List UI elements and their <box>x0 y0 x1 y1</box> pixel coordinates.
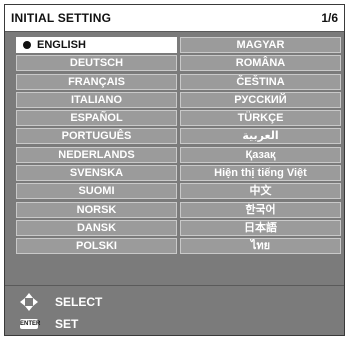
language-label: DANSK <box>76 221 117 234</box>
language-label: 中文 <box>249 185 272 198</box>
selected-dot-icon <box>23 41 31 49</box>
language-label: FRANÇAIS <box>68 75 125 88</box>
language-option[interactable]: Қазақ <box>180 146 341 163</box>
language-option[interactable]: NEDERLANDS <box>16 146 177 163</box>
language-option[interactable]: MAGYAR <box>180 37 341 53</box>
legend-select-label: SELECT <box>55 295 103 309</box>
language-label: TÜRKÇE <box>237 112 284 125</box>
language-label: PORTUGUÊS <box>61 130 132 143</box>
language-label: SVENSKA <box>69 167 124 180</box>
language-option[interactable]: SVENSKA <box>16 165 177 182</box>
language-label: SUOMI <box>78 185 115 198</box>
legend-set-label: SET <box>55 317 79 331</box>
language-option[interactable]: ROMÂNA <box>180 55 341 72</box>
language-option[interactable]: DEUTSCH <box>16 55 177 72</box>
language-option[interactable]: 日本語 <box>180 219 341 236</box>
language-option[interactable]: ENGLISH <box>16 37 177 53</box>
language-option[interactable]: DANSK <box>16 219 177 236</box>
language-label: POLSKI <box>76 240 117 253</box>
language-label: Hiện thị tiếng Việt <box>214 167 307 180</box>
language-column-left: ENGLISH DEUTSCH FRANÇAIS ITALIANO ESPAÑOL POR… <box>16 37 177 257</box>
page-indicator: 1/6 <box>321 11 338 25</box>
language-option[interactable]: Hiện thị tiếng Việt <box>180 165 341 182</box>
header-bar: INITIAL SETTING 1/6 <box>5 5 344 32</box>
language-label: ROMÂNA <box>235 57 286 70</box>
language-option[interactable]: ESPAÑOL <box>16 110 177 127</box>
language-column-right: MAGYAR ROMÂNA ČEŠTINA РУССКИЙ TÜRKÇE العربية Қ… <box>180 37 341 257</box>
enter-key-icon: ENTER <box>17 315 41 333</box>
language-label: ITALIANO <box>70 93 123 106</box>
language-label: العربية <box>242 130 279 143</box>
language-label: ไทย <box>250 240 271 253</box>
language-label: ESPAÑOL <box>70 112 123 125</box>
language-option[interactable]: العربية <box>180 128 341 145</box>
language-option[interactable]: ไทย <box>180 238 341 255</box>
language-label: DEUTSCH <box>69 57 124 70</box>
legend-select: SELECT <box>17 293 102 311</box>
language-option[interactable]: TÜRKÇE <box>180 110 341 127</box>
language-label: 日本語 <box>244 221 277 234</box>
button-legend: SELECT ENTER SET <box>5 289 344 335</box>
divider <box>5 285 344 286</box>
language-option[interactable]: FRANÇAIS <box>16 73 177 90</box>
language-label: NORSK <box>76 203 117 216</box>
page-title: INITIAL SETTING <box>11 11 112 25</box>
language-option[interactable]: 한국어 <box>180 201 341 218</box>
language-option[interactable]: ČEŠTINA <box>180 73 341 90</box>
language-option[interactable]: NORSK <box>16 201 177 218</box>
language-label: MAGYAR <box>236 39 285 51</box>
language-label: РУССКИЙ <box>234 93 287 106</box>
language-option[interactable]: POLSKI <box>16 238 177 255</box>
enter-key-label: ENTER <box>20 319 41 329</box>
language-label: Қазақ <box>245 148 276 161</box>
legend-set: ENTER SET <box>17 315 78 333</box>
language-option[interactable]: 中文 <box>180 183 341 200</box>
initial-setting-screen: INITIAL SETTING 1/6 ENGLISH DEUTSCH FRANÇA… <box>4 4 345 336</box>
language-label: NEDERLANDS <box>58 148 135 161</box>
arrow-keys-icon <box>17 293 41 311</box>
language-label: ENGLISH <box>37 39 86 51</box>
language-option[interactable]: РУССКИЙ <box>180 91 341 108</box>
language-label: 한국어 <box>245 203 276 216</box>
language-option[interactable]: ITALIANO <box>16 91 177 108</box>
language-option[interactable]: SUOMI <box>16 183 177 200</box>
language-label: ČEŠTINA <box>236 75 285 88</box>
language-option[interactable]: PORTUGUÊS <box>16 128 177 145</box>
